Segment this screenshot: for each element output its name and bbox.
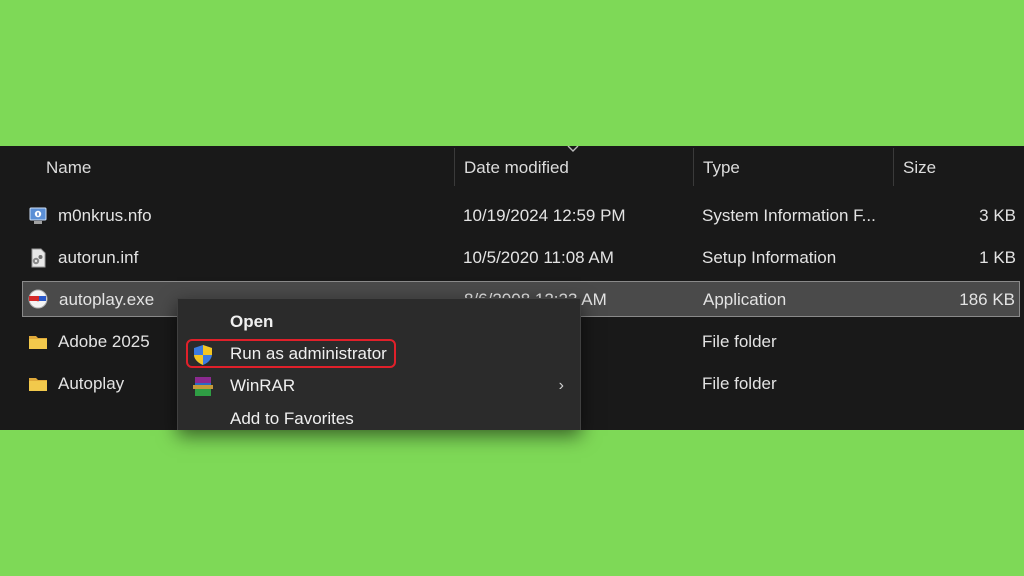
setup-info-icon	[31, 248, 46, 268]
file-row[interactable]: autorun.inf 10/5/2020 11:08 AM Setup Inf…	[22, 240, 1020, 276]
column-header-size[interactable]: Size	[903, 146, 936, 190]
uac-shield-icon	[194, 345, 212, 365]
file-type: Application	[703, 290, 787, 309]
file-name: m0nkrus.nfo	[58, 206, 152, 225]
file-date-modified: 10/19/2024 12:59 PM	[463, 206, 626, 225]
file-size: 3 KB	[979, 206, 1016, 225]
column-header-type[interactable]: Type	[703, 146, 740, 190]
file-size	[896, 366, 1016, 402]
menu-item-winrar[interactable]: WinRAR ›	[178, 370, 580, 402]
file-size	[896, 324, 1016, 360]
menu-item-label: Run as administrator	[230, 344, 387, 363]
column-header-name[interactable]: Name	[46, 146, 91, 190]
system-info-icon	[29, 207, 47, 224]
file-size: 186 KB	[959, 290, 1015, 309]
menu-item-label: WinRAR	[230, 376, 296, 395]
column-divider[interactable]	[693, 148, 694, 186]
file-type: System Information F...	[702, 206, 876, 225]
file-type: Setup Information	[702, 248, 837, 267]
folder-icon	[29, 336, 47, 349]
folder-icon	[29, 378, 47, 391]
submenu-arrow-icon: ›	[558, 377, 564, 394]
menu-item-add-to-favorites[interactable]: Add to Favorites	[178, 403, 580, 435]
file-size: 1 KB	[979, 248, 1016, 267]
menu-item-open[interactable]: Open	[178, 306, 580, 338]
winrar-icon	[193, 377, 213, 396]
menu-item-run-as-administrator[interactable]: Run as administrator	[178, 338, 580, 370]
menu-item-label: Open	[230, 312, 274, 331]
file-row[interactable]: m0nkrus.nfo 10/19/2024 12:59 PM System I…	[22, 198, 1020, 234]
menu-item-label: Add to Favorites	[230, 409, 354, 428]
file-name: autorun.inf	[58, 248, 139, 267]
application-icon	[28, 289, 48, 309]
column-header-row: Name Date modified Type Size	[0, 146, 1024, 190]
column-divider[interactable]	[454, 148, 455, 186]
column-divider[interactable]	[893, 148, 894, 186]
file-date-modified: 10/5/2020 11:08 AM	[463, 248, 614, 267]
column-header-date-modified[interactable]: Date modified	[464, 146, 569, 190]
context-menu: Open Run as administrator WinRAR › Add t…	[177, 298, 581, 430]
file-type: File folder	[702, 332, 777, 351]
file-type: File folder	[702, 374, 777, 393]
